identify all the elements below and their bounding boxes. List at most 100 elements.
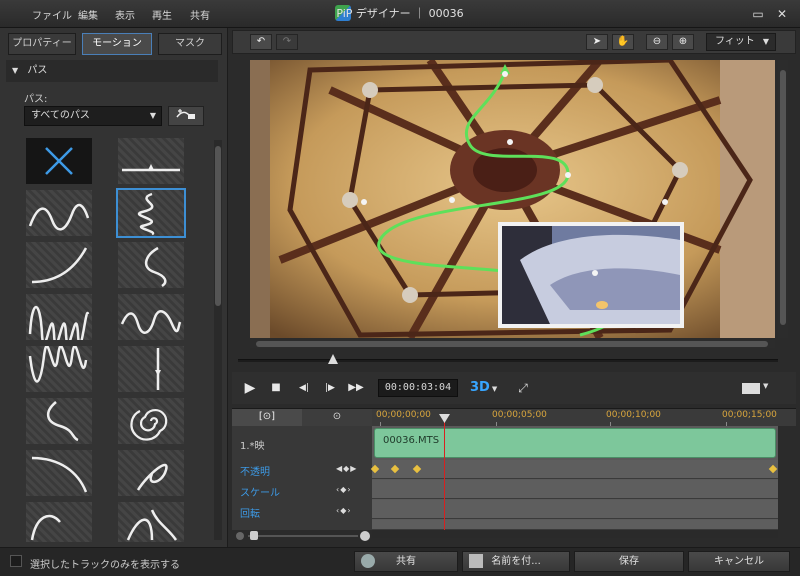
ruler-label-15: 00;00;15;00 (722, 410, 777, 420)
path-thumb-s-curve[interactable] (26, 398, 92, 444)
path-thumb-arc[interactable] (26, 450, 92, 496)
video-clip[interactable]: 00036.MTS (374, 428, 776, 458)
spiral-path-icon (130, 409, 168, 441)
collapse-arrow-icon: ▼ (12, 66, 19, 75)
path-none-thumb[interactable] (26, 138, 92, 184)
path-thumb-tight-wave[interactable] (26, 294, 92, 340)
next-frame-icon[interactable]: |▶ (320, 378, 340, 398)
line-path-icon (122, 164, 180, 172)
close-icon[interactable]: ✕ (774, 6, 790, 22)
preview-horizontal-scrollbar-thumb[interactable] (256, 341, 768, 347)
timeline-zoom-knob[interactable] (250, 531, 258, 540)
monitor-icon (742, 383, 760, 394)
undo-icon[interactable]: ↶ (250, 34, 272, 50)
track-row-scale[interactable] (372, 480, 778, 499)
dome-background-image (250, 60, 775, 338)
zoom-out-dot-icon[interactable] (236, 532, 244, 540)
hook-path-icon (145, 246, 167, 288)
add-path-icon (176, 109, 195, 119)
fast-forward-icon[interactable]: ▶▶ (346, 378, 366, 398)
track-label-rotation[interactable]: 回転 (240, 505, 260, 520)
path-thumb-curve[interactable] (26, 242, 92, 288)
ruler-label-10: 00;00;10;00 (606, 410, 661, 420)
keyframe-nav-icon[interactable]: ◀◆▶ (336, 464, 357, 473)
path-thumb-loops[interactable] (26, 346, 92, 392)
hand-tool-icon[interactable]: ✋ (612, 34, 634, 50)
keyframe-nav-icon[interactable]: ‹◆› (336, 506, 352, 515)
fit-select[interactable]: フィット ▼ (706, 33, 776, 51)
chevron-down-icon: ▼ (149, 111, 156, 120)
small-wave-path-icon (120, 310, 182, 334)
window-title: PiP デザイナー ｜ 00036 (336, 7, 464, 20)
section-header-path[interactable]: ▼ パス (6, 60, 218, 82)
tab-mask[interactable]: マスク (158, 33, 222, 55)
show-selected-track-checkbox[interactable] (10, 555, 22, 567)
track-label-scale[interactable]: スケール (240, 484, 280, 499)
playhead-line[interactable] (444, 416, 445, 530)
track-label-opacity[interactable]: 不透明 (240, 463, 270, 478)
zigzag-path-icon (138, 192, 155, 236)
s-curve-path-icon (47, 401, 79, 442)
path-thumb-hook[interactable] (118, 242, 184, 288)
timeline-scrollbar[interactable] (372, 530, 778, 538)
zoom-in-icon[interactable]: ⊕ (672, 34, 694, 50)
timeline-tab-track[interactable]: [⊙] (232, 409, 302, 426)
fullscreen-icon[interactable]: ⤢ (514, 378, 532, 398)
timeline-tab-keyframe[interactable]: ⊙ (302, 409, 372, 426)
clip-name: 00036.MTS (383, 435, 440, 446)
path-thumb-small-wave[interactable] (118, 294, 184, 340)
keyframe-nav-icon[interactable]: ‹◆› (336, 485, 352, 494)
video-preview[interactable] (250, 60, 775, 338)
redo-icon[interactable]: ↷ (276, 34, 298, 50)
save-as-label: 名前を付... (491, 556, 541, 567)
share-label: 共有 (396, 556, 416, 567)
track-row-rotation[interactable] (372, 500, 778, 519)
section-title: パス (27, 65, 48, 76)
preview-vertical-scrollbar-thumb[interactable] (780, 70, 786, 325)
path-thumb-loop[interactable] (118, 450, 184, 496)
cancel-button[interactable]: キャンセル (688, 551, 790, 572)
save-as-button[interactable]: 名前を付... (462, 551, 570, 572)
path-label: パス: (24, 94, 48, 105)
chevron-down-icon: ▼ (762, 37, 769, 46)
path-select[interactable]: すべてのパス ▼ (24, 106, 162, 126)
save-as-icon (469, 554, 483, 568)
zoom-in-dot-icon[interactable] (360, 531, 370, 541)
tab-properties[interactable]: プロパティー (8, 33, 76, 55)
seek-bar[interactable] (238, 359, 778, 362)
share-button[interactable]: 共有 (354, 551, 458, 572)
track-row-extra[interactable] (372, 520, 778, 530)
chevron-down-icon: ▼ (763, 382, 769, 390)
loop-path-icon (136, 463, 168, 491)
path-thumb-vertical[interactable] (118, 346, 184, 392)
zoom-out-icon[interactable]: ⊖ (646, 34, 668, 50)
path-thumb-line[interactable] (118, 138, 184, 184)
display-mode-button[interactable]: ▼ (742, 380, 772, 396)
path-thumb-zigzag[interactable] (116, 188, 186, 238)
no-path-icon (45, 147, 73, 175)
curve-path-icon (31, 247, 88, 284)
path-thumb-up-arc[interactable] (26, 502, 92, 542)
tab-motion[interactable]: モーション (82, 33, 152, 55)
add-path-button[interactable] (168, 106, 204, 126)
fit-select-value: フィット (715, 36, 755, 47)
path-thumb-wave[interactable] (26, 190, 92, 236)
vertical-path-icon (155, 348, 161, 390)
previous-frame-icon[interactable]: ◀| (294, 378, 314, 398)
play-icon[interactable]: ▶ (240, 378, 260, 398)
3d-toggle-button[interactable]: 3D ▼ (470, 378, 498, 398)
track-label-video: 1.*映 (240, 441, 265, 452)
save-button[interactable]: 保存 (574, 551, 684, 572)
left-scrollbar-thumb[interactable] (215, 146, 221, 306)
timeline-zoom-slider[interactable] (248, 535, 358, 537)
path-select-value: すべてのパス (31, 110, 90, 121)
path-thumb-fork[interactable] (118, 502, 184, 542)
path-thumb-spiral[interactable] (118, 398, 184, 444)
select-tool-icon[interactable]: ➤ (586, 34, 608, 50)
3d-label: 3D (470, 380, 490, 395)
stop-icon[interactable]: ■ (266, 378, 286, 398)
ruler-label-5: 00;00;05;00 (492, 410, 547, 420)
chevron-down-icon: ▼ (491, 385, 498, 393)
restore-icon[interactable]: ▭ (750, 6, 766, 22)
track-row-opacity[interactable] (372, 460, 778, 479)
